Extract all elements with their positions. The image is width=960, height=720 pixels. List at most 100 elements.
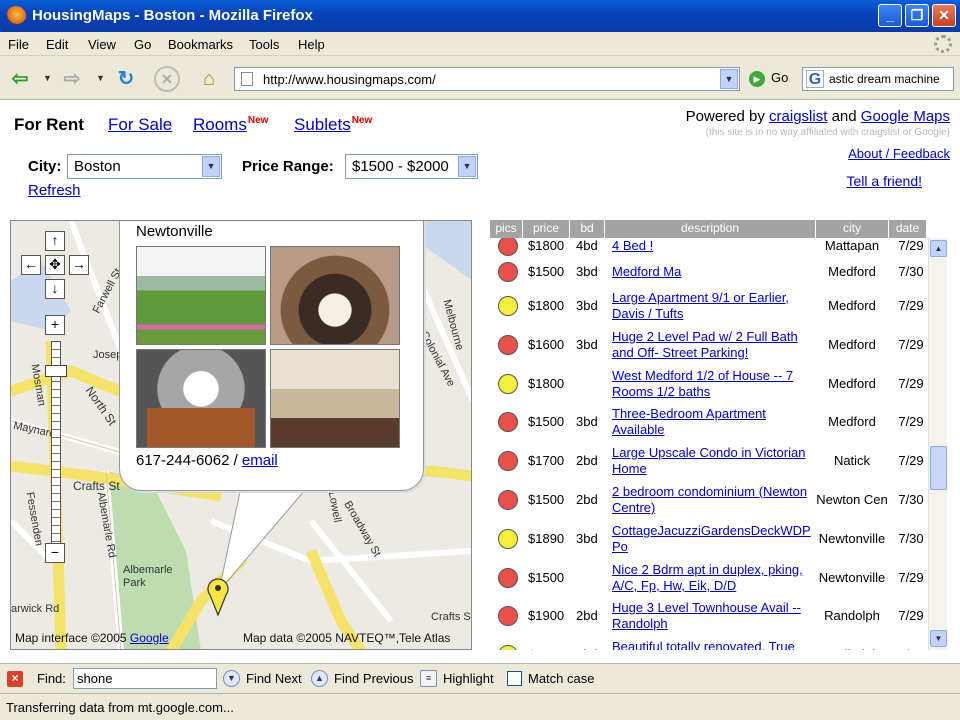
highlight-button[interactable]: Highlight [443, 671, 494, 686]
listing-description-link[interactable]: Large Apartment 9/1 or Earlier, Davis / … [612, 290, 812, 322]
table-row[interactable]: $1800 West Medford 1/2 of House -- 7 Room… [490, 368, 926, 400]
menu-file[interactable]: File [8, 37, 29, 52]
pan-left-button[interactable]: ← [21, 255, 41, 275]
menu-view[interactable]: View [88, 37, 116, 52]
listing-description-link[interactable]: Nice 2 Bdrm apt in duplex, pking, A/C, F… [612, 562, 812, 594]
table-row[interactable]: $1800 3bd Large Apartment 9/1 or Earlier, … [490, 290, 926, 322]
go-button[interactable]: ▶ Go [749, 70, 788, 87]
pan-down-button[interactable]: ↓ [45, 279, 65, 299]
map-interface-copyright: Map interface ©2005 Google [15, 631, 169, 645]
menu-help[interactable]: Help [298, 37, 325, 52]
map-view[interactable]: Farwell St Joseph Mosman Maynard North S… [10, 220, 472, 650]
table-row[interactable]: $1900 2bd Huge 3 Level Townhouse Avail -- … [490, 600, 926, 632]
find-next-icon[interactable]: ▼ [223, 670, 240, 687]
zoom-in-button[interactable]: + [45, 315, 65, 335]
match-case-label[interactable]: Match case [528, 671, 594, 686]
city-select[interactable]: Boston ▼ [67, 154, 222, 179]
refresh-link[interactable]: Refresh [28, 182, 81, 199]
pan-up-button[interactable]: ↑ [45, 231, 65, 251]
find-next-button[interactable]: Find Next [246, 671, 302, 686]
url-bar[interactable]: ▼ [234, 67, 740, 91]
craigslist-link[interactable]: craigslist [769, 108, 827, 125]
listing-pics-indicator-icon [498, 606, 518, 626]
url-dropdown-icon[interactable]: ▼ [720, 69, 738, 89]
listing-description-link[interactable]: Large Upscale Condo in Victorian Home [612, 445, 812, 477]
minimize-button[interactable]: _ [878, 4, 902, 27]
listing-photo-kitchen[interactable] [270, 349, 400, 448]
listing-city: Newton Cen [816, 492, 888, 507]
find-previous-icon[interactable]: ▲ [311, 670, 328, 687]
scroll-up-icon[interactable]: ▲ [930, 240, 947, 257]
table-row[interactable]: $1500 3bd Medford Ma Medford 7/30 [490, 262, 926, 282]
col-pics[interactable]: pics [490, 221, 522, 235]
col-date[interactable]: date [889, 221, 926, 235]
listing-description-link[interactable]: Huge 2 Level Pad w/ 2 Full Bath and Off-… [612, 329, 812, 361]
listing-description-link[interactable]: Beautiful totally renovated. True [612, 639, 812, 650]
scroll-thumb[interactable] [930, 446, 947, 490]
listings-scrollbar[interactable]: ▲ ▼ [928, 238, 947, 650]
url-input[interactable] [263, 70, 703, 88]
reload-icon[interactable]: ↻ [112, 65, 140, 93]
find-previous-button[interactable]: Find Previous [334, 671, 413, 686]
for-sale-link[interactable]: For Sale [108, 115, 172, 135]
listing-photo-exterior[interactable] [136, 246, 266, 345]
forward-dropdown-icon[interactable]: ▼ [96, 73, 105, 83]
table-row[interactable]: $1800 4bd 4 Bed ! Mattapan 7/29 [490, 238, 926, 256]
scroll-down-icon[interactable]: ▼ [930, 630, 947, 647]
stop-icon[interactable]: ✕ [154, 66, 180, 92]
listing-description-link[interactable]: 4 Bed ! [612, 238, 812, 254]
rooms-link[interactable]: Rooms [193, 115, 247, 134]
sublets-link[interactable]: Sublets [294, 115, 351, 134]
pan-right-button[interactable]: → [69, 255, 89, 275]
close-find-icon[interactable]: × [7, 671, 23, 687]
back-arrow-icon[interactable]: ⇦ [6, 65, 34, 93]
menu-bookmarks[interactable]: Bookmarks [168, 37, 233, 52]
search-box[interactable]: G [802, 67, 954, 91]
listing-date: 7/30 [898, 531, 924, 546]
maximize-button[interactable]: ❐ [905, 4, 929, 27]
menu-tools[interactable]: Tools [249, 37, 279, 52]
status-bar: Transferring data from mt.google.com... [0, 693, 960, 720]
listing-description-link[interactable]: Huge 3 Level Townhouse Avail -- Randolph [612, 600, 812, 632]
google-search-icon[interactable]: G [806, 70, 824, 88]
pan-center-button[interactable]: ✥ [45, 255, 65, 275]
menu-edit[interactable]: Edit [46, 37, 68, 52]
listing-photo-dining[interactable] [270, 246, 400, 345]
close-button[interactable]: ✕ [932, 4, 956, 27]
col-bd[interactable]: bd [570, 221, 604, 235]
listing-photo-room[interactable] [136, 349, 266, 448]
col-price[interactable]: price [523, 221, 569, 235]
back-dropdown-icon[interactable]: ▼ [43, 73, 52, 83]
menu-go[interactable]: Go [134, 37, 151, 52]
sublets-new-badge: New [351, 115, 373, 127]
zoom-out-button[interactable]: − [45, 543, 65, 563]
table-row[interactable]: $1700 2bd Large Upscale Condo in Victorian… [490, 445, 926, 477]
listing-description-link[interactable]: Medford Ma [612, 264, 812, 280]
table-row[interactable]: $1600 3bd Huge 2 Level Pad w/ 2 Full Bath … [490, 329, 926, 361]
about-feedback-link[interactable]: About / Feedback [848, 146, 950, 161]
highlight-icon[interactable]: ≡ [420, 670, 437, 687]
table-row[interactable]: $1500 Nice 2 Bdrm apt in duplex, pking, A… [490, 562, 926, 594]
google-link[interactable]: Google [130, 631, 169, 645]
price-range-select[interactable]: $1500 - $2000 ▼ [345, 154, 478, 179]
table-row[interactable]: $1890 3bd CottageJacuzziGardensDeckWDP Po N… [490, 523, 926, 555]
zoom-slider-thumb[interactable] [45, 365, 67, 377]
forward-arrow-icon[interactable]: ⇨ [58, 65, 86, 93]
table-row[interactable]: $1500 3bd Beautiful totally renovated. Tru… [490, 639, 926, 650]
google-maps-link[interactable]: Google Maps [861, 108, 950, 125]
search-input[interactable] [829, 70, 951, 88]
map-marker-icon[interactable] [206, 577, 230, 617]
listing-description-link[interactable]: CottageJacuzziGardensDeckWDP Po [612, 523, 812, 555]
match-case-checkbox[interactable] [507, 671, 522, 686]
listing-description-link[interactable]: 2 bedroom condominium (Newton Centre) [612, 484, 812, 516]
home-icon[interactable]: ⌂ [195, 65, 223, 93]
find-input[interactable] [73, 668, 217, 689]
table-row[interactable]: $1500 2bd 2 bedroom condominium (Newton Ce… [490, 484, 926, 516]
table-row[interactable]: $1500 3bd Three-Bedroom Apartment Availabl… [490, 406, 926, 438]
col-city[interactable]: city [816, 221, 888, 235]
listing-description-link[interactable]: Three-Bedroom Apartment Available [612, 406, 812, 438]
tell-a-friend-link[interactable]: Tell a friend! [847, 173, 922, 189]
col-description[interactable]: description [605, 221, 815, 235]
email-link[interactable]: email [242, 452, 278, 469]
listing-description-link[interactable]: West Medford 1/2 of House -- 7 Rooms 1/2… [612, 368, 812, 400]
